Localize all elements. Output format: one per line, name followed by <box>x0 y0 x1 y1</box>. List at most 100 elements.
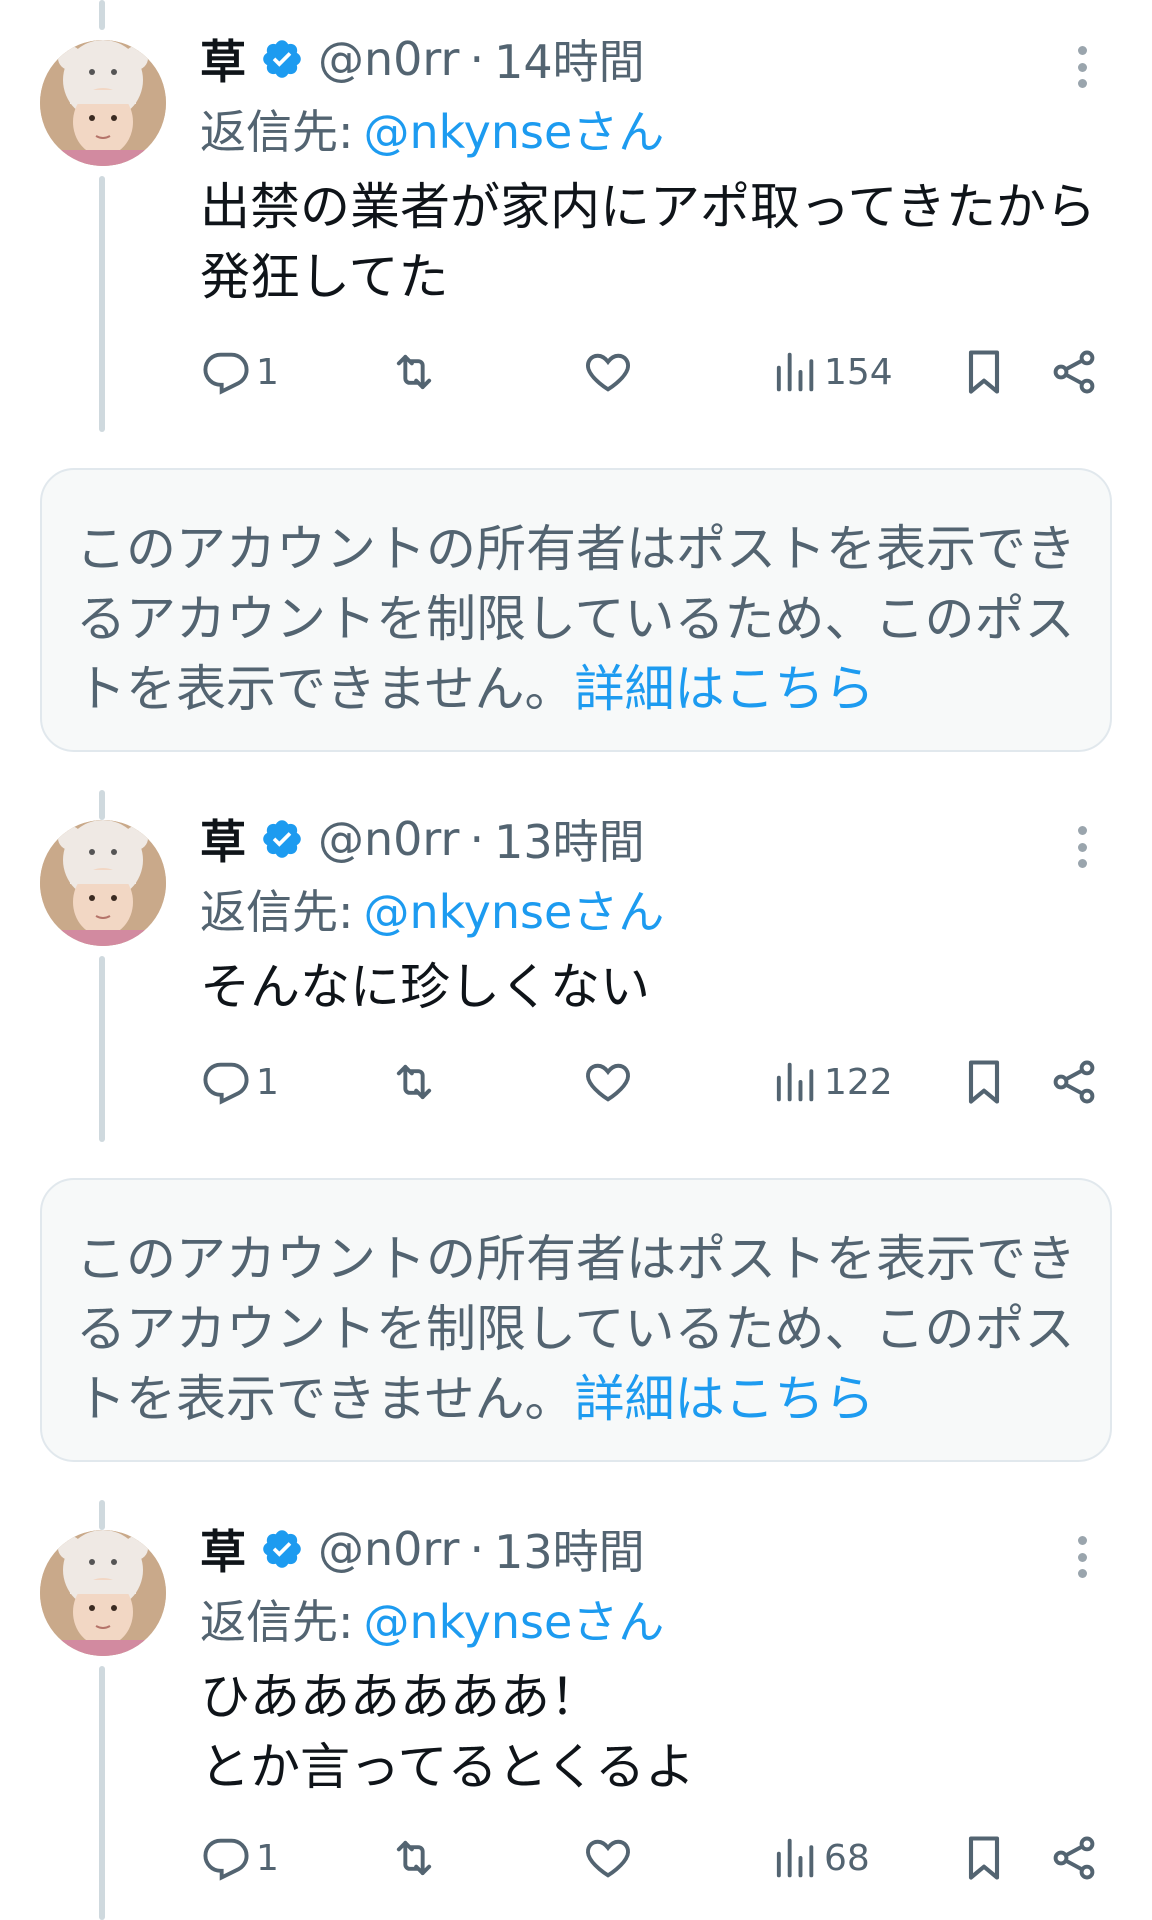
separator-dot: · <box>469 32 485 86</box>
retweet-button[interactable] <box>388 346 440 398</box>
timeline: 草 @n0rr · 14時間 返信先: @nkynseさん 出禁の業者が家内にアポ… <box>0 0 1152 1920</box>
share-icon <box>1053 1060 1095 1104</box>
more-dots-icon[interactable] <box>1062 822 1102 872</box>
bookmark-button[interactable] <box>958 346 1010 398</box>
heart-icon <box>586 1063 630 1102</box>
tweet-actions: 1 68 <box>200 1828 1112 1888</box>
views-button[interactable]: 122 <box>768 1056 893 1108</box>
retweet-button[interactable] <box>388 1832 440 1884</box>
like-button[interactable] <box>582 1056 634 1108</box>
like-button[interactable] <box>582 1832 634 1884</box>
reply-to-label: 返信先: <box>200 105 354 159</box>
learn-more-link[interactable]: 詳細はこちら <box>575 1370 875 1428</box>
separator-dot: · <box>469 812 485 866</box>
display-name[interactable]: 草 <box>200 1516 246 1582</box>
tweet-body: 草 @n0rr · 13時間 返信先: @nkynseさん そんなに珍しくない <box>200 802 1112 1022</box>
reply-count: 1 <box>256 351 279 393</box>
reply-to-label: 返信先: <box>200 1595 354 1649</box>
tweet-header: 草 @n0rr · 13時間 <box>200 802 1112 876</box>
reply-to: 返信先: @nkynseさん <box>200 876 1112 948</box>
reply-button[interactable]: 1 <box>200 1056 279 1108</box>
tweet-actions: 1 122 <box>200 1052 1112 1112</box>
handle[interactable]: @n0rr <box>318 1522 459 1576</box>
share-icon <box>1053 1836 1095 1880</box>
separator-dot: · <box>469 1522 485 1576</box>
verified-badge-icon <box>263 820 301 858</box>
reply-to-label: 返信先: <box>200 885 354 939</box>
more-dots-icon[interactable] <box>1062 42 1102 92</box>
reply-button[interactable]: 1 <box>200 346 279 398</box>
thread-line <box>99 956 105 1142</box>
tweet-body: 草 @n0rr · 14時間 返信先: @nkynseさん 出禁の業者が家内にアポ… <box>200 22 1112 312</box>
retweet-icon <box>396 1840 432 1876</box>
reply-icon <box>203 1062 249 1105</box>
retweet-icon <box>396 1064 432 1100</box>
bookmark-icon <box>968 350 1000 394</box>
notice-text: このアカウントの所有者はポストを表示できるアカウントを制限しているため、このポス… <box>76 1224 1078 1434</box>
bookmark-icon <box>968 1836 1000 1880</box>
more-dots-icon[interactable] <box>1062 1532 1102 1582</box>
restricted-post-notice: このアカウントの所有者はポストを表示できるアカウントを制限しているため、このポス… <box>40 468 1112 752</box>
verified-badge-icon <box>263 40 301 78</box>
tweet-text: そんなに珍しくない <box>200 958 650 1016</box>
avatar[interactable] <box>40 40 166 166</box>
timestamp[interactable]: 13時間 <box>494 1516 645 1582</box>
reply-count: 1 <box>256 1837 279 1879</box>
views-icon <box>776 1062 814 1102</box>
display-name[interactable]: 草 <box>200 806 246 872</box>
tweet[interactable]: 草 @n0rr · 13時間 返信先: @nkynseさん ひああああああ！ とか… <box>0 1490 1152 1920</box>
retweet-button[interactable] <box>388 1056 440 1108</box>
verified-badge-icon <box>263 1530 301 1568</box>
thread-line-top <box>99 0 105 30</box>
tweet[interactable]: 草 @n0rr · 13時間 返信先: @nkynseさん そんなに珍しくない 1 <box>0 780 1152 1150</box>
views-count: 154 <box>824 351 893 393</box>
views-button[interactable]: 68 <box>768 1832 870 1884</box>
views-count: 68 <box>824 1837 870 1879</box>
avatar[interactable] <box>40 1530 166 1656</box>
avatar[interactable] <box>40 820 166 946</box>
views-count: 122 <box>824 1061 893 1103</box>
reply-to-mention[interactable]: @nkynseさん <box>364 105 665 159</box>
thread-line-top <box>99 1500 105 1530</box>
share-button[interactable] <box>1048 346 1100 398</box>
reply-to: 返信先: @nkynseさん <box>200 96 1112 168</box>
reply-to-mention[interactable]: @nkynseさん <box>364 1595 665 1649</box>
tweet-text: 出禁の業者が家内にアポ取ってきたから 発狂してた <box>200 178 1096 306</box>
bookmark-button[interactable] <box>958 1056 1010 1108</box>
reply-icon <box>203 1838 249 1881</box>
handle[interactable]: @n0rr <box>318 32 459 86</box>
timestamp[interactable]: 14時間 <box>494 26 645 92</box>
handle[interactable]: @n0rr <box>318 812 459 866</box>
tweet[interactable]: 草 @n0rr · 14時間 返信先: @nkynseさん 出禁の業者が家内にアポ… <box>0 0 1152 440</box>
share-icon <box>1053 350 1095 394</box>
tweet-actions: 1 154 <box>200 342 1112 402</box>
tweet-body: 草 @n0rr · 13時間 返信先: @nkynseさん ひああああああ！ とか… <box>200 1512 1112 1802</box>
reply-count: 1 <box>256 1061 279 1103</box>
thread-line <box>99 176 105 432</box>
retweet-icon <box>396 354 432 390</box>
share-button[interactable] <box>1048 1832 1100 1884</box>
reply-button[interactable]: 1 <box>200 1832 279 1884</box>
bookmark-button[interactable] <box>958 1832 1010 1884</box>
notice-text: このアカウントの所有者はポストを表示できるアカウントを制限しているため、このポス… <box>76 514 1078 724</box>
share-button[interactable] <box>1048 1056 1100 1108</box>
timestamp[interactable]: 13時間 <box>494 806 645 872</box>
display-name[interactable]: 草 <box>200 26 246 92</box>
views-icon <box>776 352 814 392</box>
views-button[interactable]: 154 <box>768 346 893 398</box>
thread-line-top <box>99 790 105 820</box>
bookmark-icon <box>968 1060 1000 1104</box>
tweet-header: 草 @n0rr · 13時間 <box>200 1512 1112 1586</box>
reply-to: 返信先: @nkynseさん <box>200 1586 1112 1658</box>
tweet-header: 草 @n0rr · 14時間 <box>200 22 1112 96</box>
restricted-post-notice: このアカウントの所有者はポストを表示できるアカウントを制限しているため、このポス… <box>40 1178 1112 1462</box>
tweet-text: ひああああああ！ とか言ってるとくるよ <box>200 1668 695 1796</box>
thread-line <box>99 1666 105 1920</box>
like-button[interactable] <box>582 346 634 398</box>
heart-icon <box>586 1839 630 1878</box>
reply-to-mention[interactable]: @nkynseさん <box>364 885 665 939</box>
reply-icon <box>203 352 249 395</box>
learn-more-link[interactable]: 詳細はこちら <box>575 660 875 718</box>
heart-icon <box>586 353 630 392</box>
views-icon <box>776 1838 814 1878</box>
